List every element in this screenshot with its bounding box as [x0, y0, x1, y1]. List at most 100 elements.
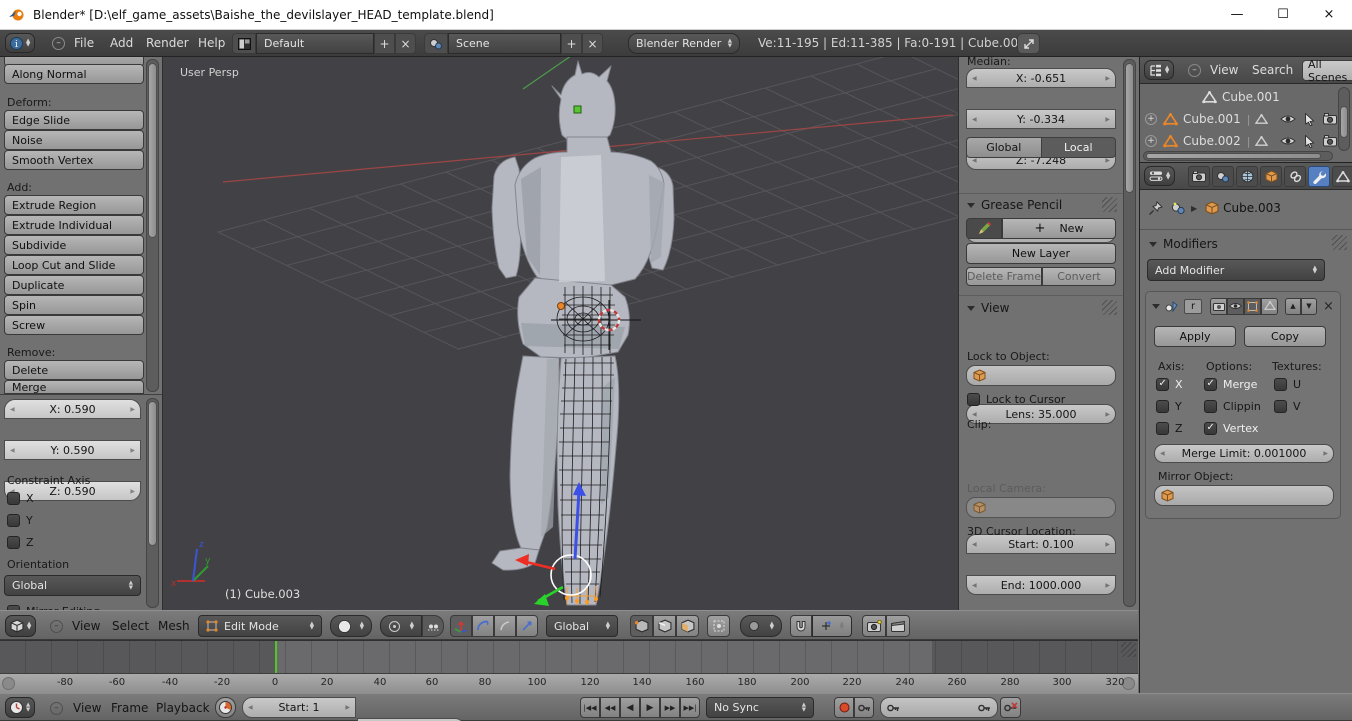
subdivide-button[interactable]: Subdivide: [4, 235, 144, 255]
render-opengl-button[interactable]: [862, 615, 886, 637]
menu-select[interactable]: Select: [112, 619, 149, 633]
next-keyframe-button[interactable]: ▶▶: [660, 697, 680, 718]
sync-select[interactable]: No Sync▲▼: [706, 697, 814, 718]
outliner-vscrollbar[interactable]: [1338, 87, 1350, 151]
mirror-x-checkbox[interactable]: [1156, 378, 1169, 391]
mirror-y-checkbox[interactable]: [1156, 400, 1169, 413]
menu-view[interactable]: View: [72, 619, 100, 633]
constraint-x-checkbox[interactable]: [7, 492, 20, 505]
merge-checkbox[interactable]: [1204, 378, 1217, 391]
snap-element-select[interactable]: ▲▼: [812, 615, 852, 637]
extrude-region-button[interactable]: Extrude Region: [4, 195, 144, 215]
panel-drag-grip[interactable]: [1102, 197, 1117, 212]
frame-start-slider[interactable]: Start: 1: [242, 697, 356, 718]
timeline-area[interactable]: [0, 640, 1138, 673]
modifier-expand-icon[interactable]: [1152, 304, 1160, 309]
transform-orientation-select[interactable]: Global▲▼: [546, 615, 618, 637]
scene-context-icon[interactable]: [1171, 202, 1186, 215]
tab-data[interactable]: [1332, 166, 1352, 187]
screw-button[interactable]: Screw: [4, 315, 144, 335]
menu-playback[interactable]: Playback: [156, 701, 210, 715]
delete-layout-button[interactable]: ×: [395, 33, 416, 54]
viewport-canvas[interactable]: xyz User Persp (1) Cube.003: [163, 57, 958, 610]
duplicate-button[interactable]: Duplicate: [4, 275, 144, 295]
panel-drag-grip[interactable]: [1102, 300, 1117, 315]
viewport-editor-selector[interactable]: ▲▼: [5, 615, 36, 637]
texture-u-checkbox[interactable]: [1274, 378, 1287, 391]
manipulator-translate-button[interactable]: [450, 615, 472, 637]
outliner-menu-view[interactable]: View: [1210, 63, 1238, 77]
scene-field[interactable]: Scene: [448, 33, 561, 54]
median-y-slider[interactable]: Y: -0.334: [966, 109, 1116, 129]
manipulator-rotate-button[interactable]: [472, 615, 494, 637]
expand-icon[interactable]: +: [1145, 135, 1157, 147]
median-x-slider[interactable]: X: -0.651: [966, 68, 1116, 88]
breadcrumb-object-name[interactable]: Cube.003: [1223, 201, 1281, 215]
manipulator-center-toggle[interactable]: [422, 615, 444, 637]
menu-add[interactable]: Add: [110, 36, 133, 50]
add-modifier-select[interactable]: Add Modifier▲▼: [1147, 259, 1325, 281]
selectability-arrow-icon[interactable]: [1304, 113, 1315, 126]
jump-to-end-button[interactable]: ▶▶|: [680, 697, 700, 718]
menu-mesh[interactable]: Mesh: [158, 619, 190, 633]
proportional-edit-select[interactable]: ▲▼: [740, 615, 782, 637]
close-button[interactable]: ×: [1306, 0, 1352, 30]
shading-select[interactable]: ▲▼: [330, 615, 372, 637]
tab-world[interactable]: [1236, 166, 1258, 187]
renderability-camera-icon[interactable]: [1323, 135, 1338, 147]
menu-help[interactable]: Help: [198, 36, 225, 50]
operator-y-slider[interactable]: Y: 0.590: [4, 440, 141, 460]
modifier-render-toggle[interactable]: [1210, 298, 1227, 315]
outliner-row-meshdata[interactable]: Cube.001: [1140, 87, 1352, 107]
edge-slide-button[interactable]: Edge Slide: [4, 110, 144, 130]
add-scene-button[interactable]: +: [561, 33, 582, 54]
operator-panel-scrollbar[interactable]: [146, 398, 159, 608]
convert-button[interactable]: Convert: [1042, 267, 1116, 286]
modifier-cage-toggle[interactable]: [1261, 298, 1278, 315]
properties-editor-selector[interactable]: ▲▼: [1144, 166, 1175, 186]
pin-icon[interactable]: [1148, 201, 1163, 216]
mirror-object-field[interactable]: [1154, 485, 1334, 506]
timeline-editor-selector[interactable]: ▲▼: [5, 697, 35, 718]
outliner-menu-search[interactable]: Search: [1252, 63, 1293, 77]
manipulator-scale-button[interactable]: [494, 615, 516, 637]
manipulator-combo-button[interactable]: [516, 615, 538, 637]
render-opengl-anim-button[interactable]: [886, 615, 910, 637]
tool-shelf-scrollbar[interactable]: [146, 59, 159, 392]
tab-modifiers[interactable]: [1308, 166, 1330, 187]
maximize-button[interactable]: ☐: [1260, 0, 1306, 30]
screen-layout-field[interactable]: Default: [256, 33, 374, 54]
grease-draw-button[interactable]: [966, 218, 1002, 239]
merge-limit-slider[interactable]: Merge Limit: 0.001000: [1154, 444, 1334, 463]
vertex-select-mode-button[interactable]: [630, 615, 653, 637]
clipping-checkbox[interactable]: [1204, 400, 1217, 413]
renderability-camera-icon[interactable]: [1323, 113, 1338, 125]
visibility-eye-icon[interactable]: [1280, 114, 1296, 124]
constraint-y-checkbox[interactable]: [7, 514, 20, 527]
jump-to-start-button[interactable]: |◀◀: [580, 697, 600, 718]
modifier-delete-button[interactable]: ×: [1323, 299, 1334, 314]
merge-button[interactable]: Merge: [4, 380, 144, 394]
modifiers-panel-header[interactable]: Modifiers: [1149, 237, 1218, 251]
menu-frame[interactable]: Frame: [111, 701, 148, 715]
minimize-button[interactable]: —: [1214, 0, 1260, 30]
extrude-individual-button[interactable]: Extrude Individual: [4, 215, 144, 235]
delete-button[interactable]: Delete: [4, 360, 144, 380]
noise-button[interactable]: Noise: [4, 130, 144, 150]
collapse-menus-icon[interactable]: –: [1188, 64, 1201, 77]
delete-scene-button[interactable]: ×: [582, 33, 603, 54]
mode-select[interactable]: Edit Mode▲▼: [198, 615, 322, 637]
face-select-mode-button[interactable]: [676, 615, 699, 637]
smooth-vertex-button[interactable]: Smooth Vertex: [4, 150, 144, 170]
texture-v-checkbox[interactable]: [1274, 400, 1287, 413]
median-local-toggle[interactable]: Local: [1042, 137, 1117, 158]
modifier-copy-button[interactable]: Copy: [1244, 326, 1326, 347]
collapse-menus-icon[interactable]: –: [50, 702, 63, 715]
ruler-left-cap[interactable]: [2, 677, 15, 690]
menu-render[interactable]: Render: [146, 36, 189, 50]
local-camera-field[interactable]: [966, 497, 1116, 518]
tab-render[interactable]: [1188, 166, 1210, 187]
maximize-area-icon[interactable]: [1017, 33, 1040, 54]
collapse-menus-icon[interactable]: –: [52, 37, 65, 50]
add-layout-button[interactable]: +: [374, 33, 395, 54]
